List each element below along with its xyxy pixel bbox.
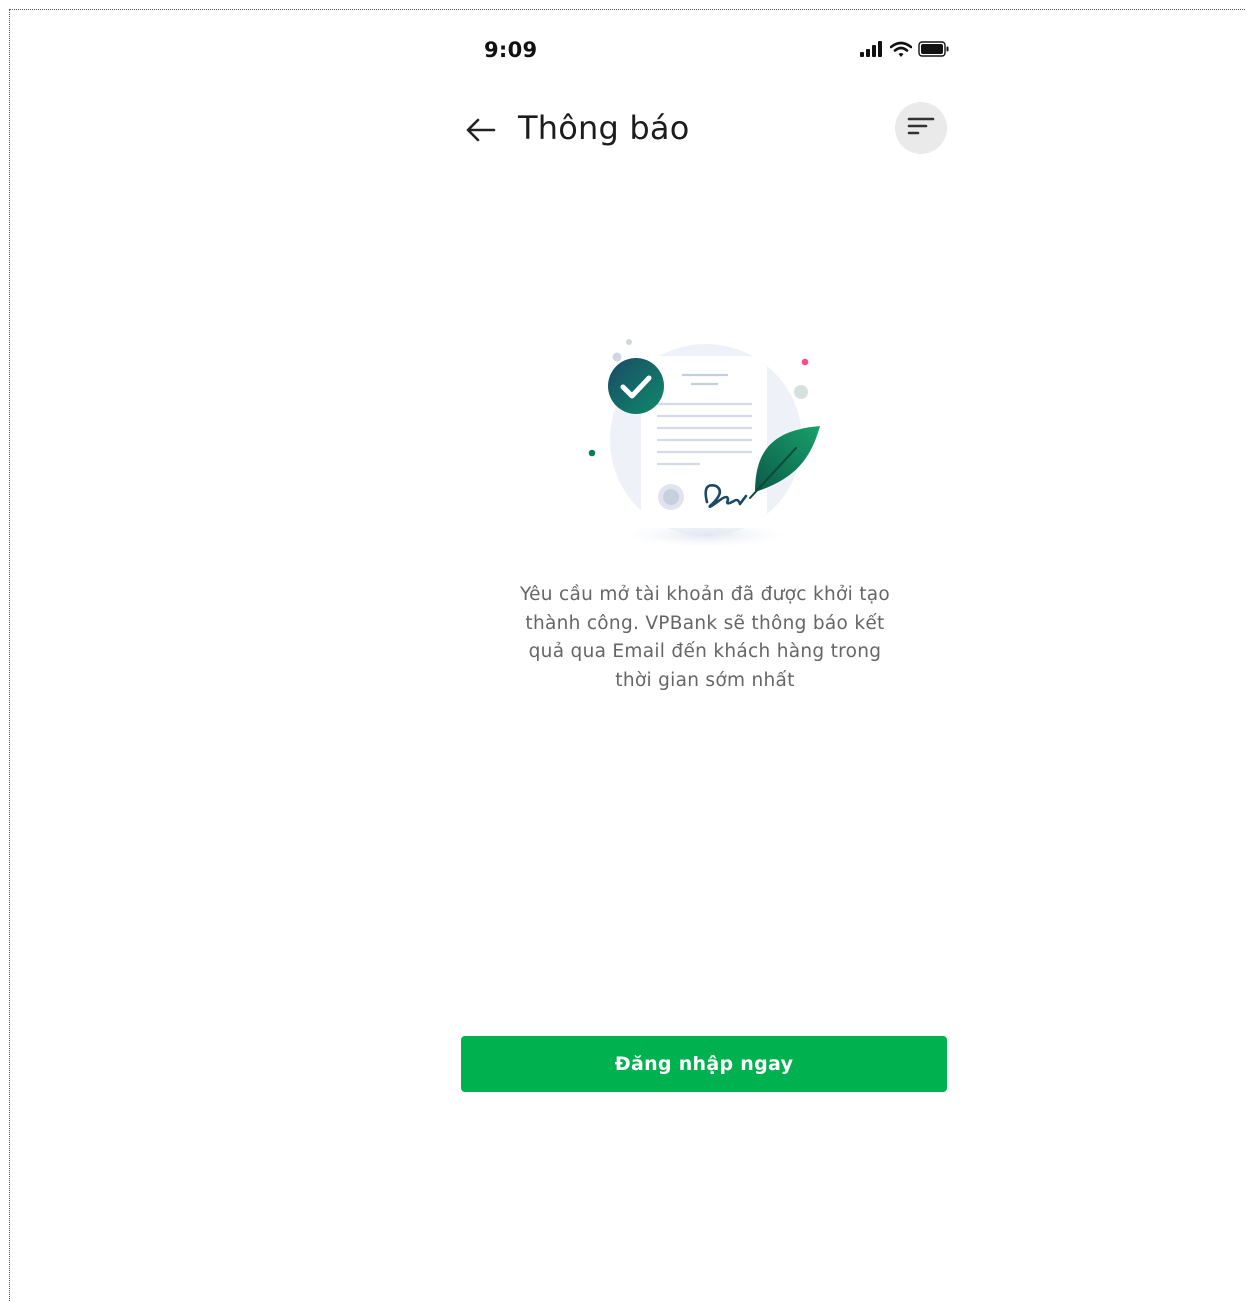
message-line: thời gian sớm nhất bbox=[615, 670, 795, 692]
wifi-icon bbox=[889, 41, 913, 62]
message-line: Yêu cầu mở tài khoản đã được khởi tạo bbox=[519, 584, 891, 605]
app-header: Thông báo bbox=[460, 100, 950, 164]
pink-dot bbox=[801, 358, 809, 366]
arrow-left-icon bbox=[464, 116, 496, 148]
battery-icon bbox=[918, 41, 950, 61]
page-title: Thông báo bbox=[518, 109, 690, 147]
login-now-button[interactable]: Đăng nhập ngay bbox=[461, 1036, 947, 1092]
status-bar: 9:09 bbox=[460, 30, 950, 74]
status-icons bbox=[860, 41, 950, 61]
seal-icon bbox=[658, 484, 684, 510]
success-message: Yêu cầu mở tài khoản đã được khởi tạo th… bbox=[480, 581, 930, 696]
signal-icon bbox=[860, 41, 884, 61]
filter-button[interactable] bbox=[895, 102, 947, 154]
document-signed-illustration bbox=[570, 330, 840, 560]
check-icon bbox=[608, 358, 664, 414]
message-line: thành công. VPBank sẽ thông báo kết bbox=[525, 612, 885, 634]
filter-icon bbox=[907, 115, 935, 141]
message-line: quả qua Email đến khách hàng trong bbox=[528, 641, 882, 663]
login-now-label: Đăng nhập ngay bbox=[614, 1053, 794, 1075]
back-button[interactable] bbox=[460, 112, 500, 152]
status-time: 9:09 bbox=[484, 38, 538, 62]
